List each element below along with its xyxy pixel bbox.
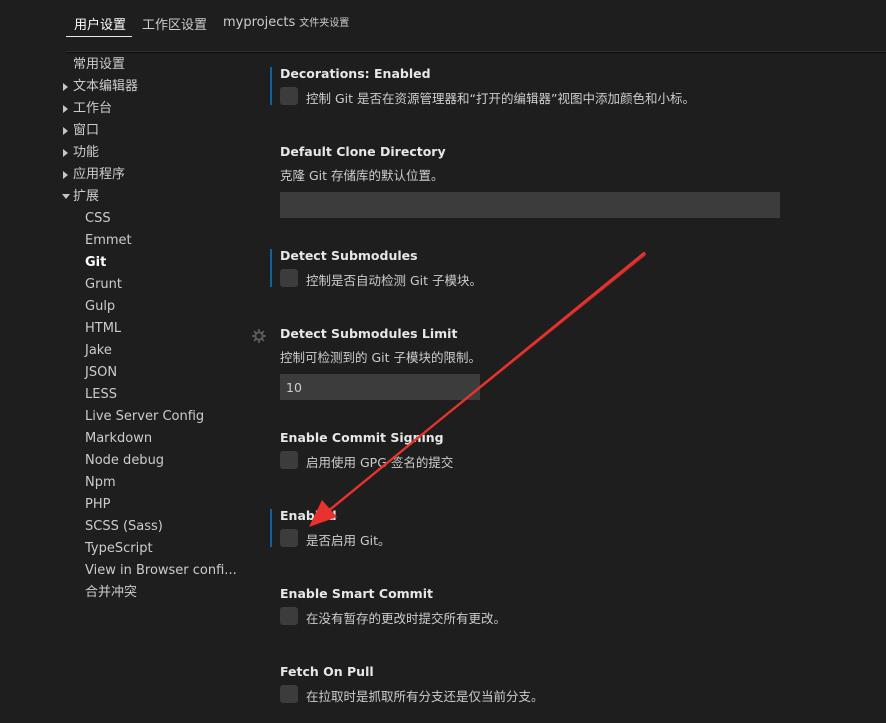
setting-title: Decorations: Enabled <box>280 66 431 81</box>
setting-description: 是否启用 Git。 <box>306 533 391 548</box>
tab-workspace-settings[interactable]: 工作区设置 <box>142 14 207 33</box>
setting-title: Enable Smart Commit <box>280 586 433 601</box>
detect-submodules-checkbox[interactable] <box>280 269 298 287</box>
setting-fetch-on-pull: Fetch On Pull 在拉取时是抓取所有分支还是仅当前分支。 <box>270 664 790 704</box>
setting-description: 启用使用 GPG 签名的提交 <box>306 455 454 470</box>
setting-detect-submodules-limit: Detect Submodules Limit 控制可检测到的 Git 子模块的… <box>270 326 790 365</box>
chevron-right-icon[interactable] <box>62 165 70 185</box>
toc-item-extensions[interactable]: 扩展 <box>73 187 99 207</box>
toc-item-commonly-used[interactable]: 常用设置 <box>73 55 125 75</box>
toc-child-jake[interactable]: Jake <box>85 341 112 361</box>
header-shadow <box>66 52 886 54</box>
chevron-right-icon[interactable] <box>62 77 70 97</box>
toc-child-php[interactable]: PHP <box>85 495 110 515</box>
setting-title: Enabled <box>280 508 337 523</box>
folder-settings-label: 文件夹设置 <box>299 18 350 29</box>
toc-child-html[interactable]: HTML <box>85 319 121 339</box>
setting-detect-submodules: Detect Submodules 控制是否自动检测 Git 子模块。 <box>270 248 790 288</box>
gear-icon[interactable] <box>252 329 266 343</box>
toc-child-git[interactable]: Git <box>85 253 106 273</box>
setting-title: Enable Commit Signing <box>280 430 444 445</box>
chevron-right-icon[interactable] <box>62 143 70 163</box>
toc-child-live-server-config[interactable]: Live Server Config <box>85 407 204 427</box>
setting-enable-smart-commit: Enable Smart Commit 在没有暂存的更改时提交所有更改。 <box>270 586 790 626</box>
setting-description: 在没有暂存的更改时提交所有更改。 <box>306 611 507 626</box>
tab-folder-settings[interactable]: myprojects 文件夹设置 <box>223 14 349 30</box>
toc-child-node-debug[interactable]: Node debug <box>85 451 164 471</box>
toc-child-grunt[interactable]: Grunt <box>85 275 122 295</box>
folder-name: myprojects <box>223 15 296 30</box>
toc-child-typescript[interactable]: TypeScript <box>85 539 153 559</box>
setting-title: Detect Submodules Limit <box>280 326 458 341</box>
tab-user-settings[interactable]: 用户设置 <box>74 14 126 33</box>
decorations-checkbox[interactable] <box>280 87 298 105</box>
commit-signing-checkbox[interactable] <box>280 451 298 469</box>
setting-description: 控制是否自动检测 Git 子模块。 <box>306 273 483 288</box>
toc-child-npm[interactable]: Npm <box>85 473 116 493</box>
toc-item-application[interactable]: 应用程序 <box>73 165 125 185</box>
toc-child-css[interactable]: CSS <box>85 209 111 229</box>
setting-description: 克隆 Git 存储库的默认位置。 <box>280 168 444 183</box>
toc-item-features[interactable]: 功能 <box>73 143 99 163</box>
toc-child-json[interactable]: JSON <box>85 363 117 383</box>
setting-title: Detect Submodules <box>280 248 418 263</box>
setting-description: 控制 Git 是否在资源管理器和“打开的编辑器”视图中添加颜色和小标。 <box>306 91 695 106</box>
toc-child-markdown[interactable]: Markdown <box>85 429 152 449</box>
toc-child-view-in-browser[interactable]: View in Browser confi... <box>85 561 237 581</box>
toc-child-scss[interactable]: SCSS (Sass) <box>85 517 163 537</box>
setting-default-clone-directory: Default Clone Directory 克隆 Git 存储库的默认位置。 <box>270 144 790 183</box>
toc-child-merge-conflict[interactable]: 合并冲突 <box>85 583 137 603</box>
chevron-right-icon[interactable] <box>62 121 70 141</box>
fetch-on-pull-checkbox[interactable] <box>280 685 298 703</box>
active-tab-indicator <box>66 36 132 37</box>
setting-title: Default Clone Directory <box>280 144 446 159</box>
toc-child-gulp[interactable]: Gulp <box>85 297 115 317</box>
chevron-right-icon[interactable] <box>62 99 70 119</box>
setting-description: 控制可检测到的 Git 子模块的限制。 <box>280 350 482 365</box>
toc-item-workbench[interactable]: 工作台 <box>73 99 112 119</box>
setting-title: Fetch On Pull <box>280 664 374 679</box>
setting-category: Decorations: <box>280 66 374 81</box>
setting-decorations-enabled: Decorations: Enabled 控制 Git 是否在资源管理器和“打开… <box>270 66 790 106</box>
enabled-checkbox[interactable] <box>280 529 298 547</box>
settings-tabs: 用户设置 工作区设置 myprojects 文件夹设置 <box>0 0 886 44</box>
toc-child-emmet[interactable]: Emmet <box>85 231 132 251</box>
toc-item-text-editor[interactable]: 文本编辑器 <box>73 77 138 97</box>
detect-submodules-limit-input[interactable] <box>280 374 480 400</box>
chevron-down-icon[interactable] <box>62 187 70 207</box>
setting-description: 在拉取时是抓取所有分支还是仅当前分支。 <box>306 689 544 704</box>
toc-child-less[interactable]: LESS <box>85 385 117 405</box>
smart-commit-checkbox[interactable] <box>280 607 298 625</box>
setting-enabled: Enabled 是否启用 Git。 <box>270 508 790 548</box>
default-clone-directory-input[interactable] <box>280 192 780 218</box>
setting-name: Enabled <box>374 66 431 81</box>
toc-item-window[interactable]: 窗口 <box>73 121 99 141</box>
setting-enable-commit-signing: Enable Commit Signing 启用使用 GPG 签名的提交 <box>270 430 790 470</box>
